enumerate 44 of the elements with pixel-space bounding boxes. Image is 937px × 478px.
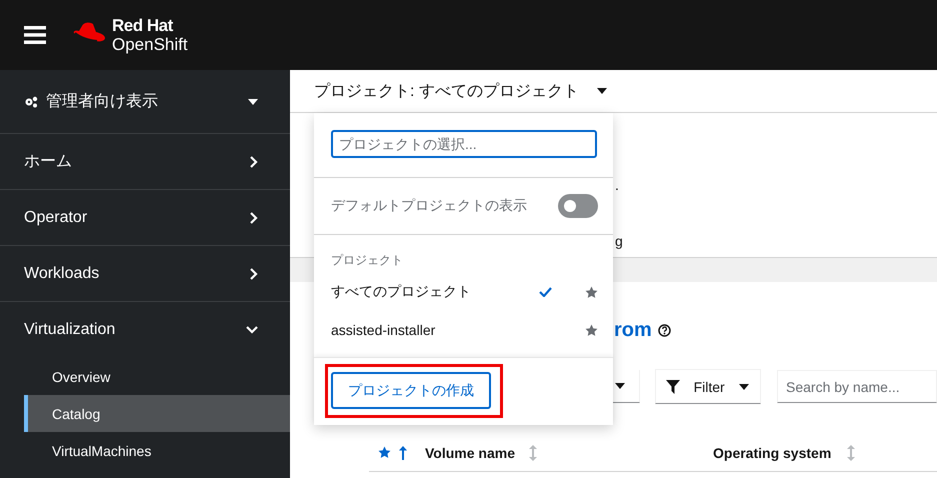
nav-subitem[interactable]: Overview bbox=[24, 358, 290, 395]
project-item[interactable]: assisted-installer bbox=[314, 311, 613, 349]
brand-name: Red Hat bbox=[112, 17, 174, 34]
nav-label: Operator bbox=[24, 208, 88, 226]
nav-subitem[interactable]: Catalog bbox=[24, 395, 290, 432]
project-item[interactable]: すべてのプロジェクト bbox=[314, 273, 613, 311]
project-search-field[interactable]: プロジェクトの選択... bbox=[331, 130, 597, 158]
project-selector[interactable]: プロジェクト: すべてのプロジェクト bbox=[314, 80, 607, 102]
nav-label: ホーム bbox=[24, 152, 72, 172]
menu-icon[interactable] bbox=[24, 26, 46, 44]
filter-icon bbox=[666, 380, 680, 394]
chevron-right-icon bbox=[250, 156, 258, 168]
search-field[interactable]: Search by name... bbox=[777, 370, 937, 403]
gears-icon bbox=[24, 96, 38, 108]
chevron-down-icon bbox=[246, 326, 258, 334]
caret-down-icon bbox=[614, 383, 625, 389]
filter-button[interactable]: Filter bbox=[654, 369, 761, 404]
group-label: プロジェクト bbox=[330, 252, 404, 269]
nav-subitem[interactable]: VirtualMachines bbox=[24, 432, 290, 469]
create-project-button[interactable]: プロジェクトの作成 bbox=[331, 372, 491, 409]
text-fragment: g bbox=[615, 233, 624, 249]
caret-down-icon bbox=[738, 384, 749, 390]
star-icon bbox=[378, 446, 390, 459]
product-name: OpenShift bbox=[112, 36, 188, 53]
sort-icon bbox=[529, 444, 537, 460]
nav-label: Virtualization bbox=[24, 321, 116, 339]
chevron-right-icon bbox=[250, 268, 258, 280]
sort-icon bbox=[847, 444, 856, 460]
caret-down-icon bbox=[596, 88, 607, 94]
chevron-right-icon bbox=[250, 212, 258, 224]
text-fragment: . bbox=[615, 177, 620, 193]
section-heading: rom bbox=[614, 318, 652, 342]
column-header[interactable]: Volume name bbox=[425, 444, 515, 460]
toggle-label: デフォルトプロジェクトの表示 bbox=[331, 197, 527, 215]
toggle-switch[interactable] bbox=[558, 194, 598, 218]
sort-ascending-icon[interactable] bbox=[399, 446, 407, 460]
caret-down-icon bbox=[248, 98, 258, 104]
star-icon bbox=[585, 286, 598, 298]
star-icon bbox=[585, 324, 598, 336]
nav-item[interactable]: Virtualization bbox=[0, 302, 290, 358]
perspective-label: 管理者向け表示 bbox=[46, 92, 158, 112]
nav-label: Workloads bbox=[24, 264, 100, 282]
column-header[interactable]: Operating system bbox=[713, 444, 832, 460]
help-icon[interactable] bbox=[658, 324, 671, 336]
